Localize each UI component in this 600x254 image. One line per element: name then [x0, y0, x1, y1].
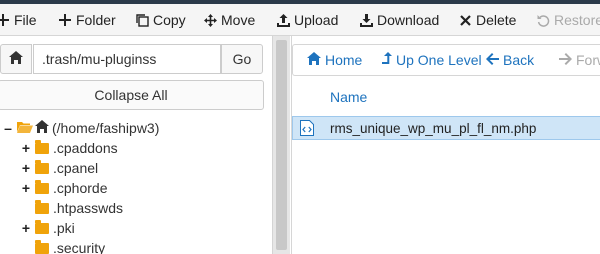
forward-button[interactable]: Forw: [559, 45, 600, 75]
scrollbar-thumb[interactable]: [276, 40, 287, 250]
new-folder-label: Folder: [76, 12, 116, 28]
plus-icon: [58, 13, 72, 27]
download-button[interactable]: Download: [359, 4, 439, 36]
tree-node-security[interactable]: .security: [20, 238, 105, 254]
up-one-level-button[interactable]: Up One Level: [382, 45, 482, 75]
tree-node-label: .cphorde: [53, 180, 108, 196]
tree-scrollbar[interactable]: [272, 36, 290, 254]
tree-node-label: .cpanel: [53, 160, 99, 176]
arrow-left-icon: [486, 52, 499, 68]
open-folder-icon: [17, 120, 33, 136]
up-one-level-label: Up One Level: [396, 52, 482, 68]
copy-button[interactable]: Copy: [135, 4, 186, 36]
path-input[interactable]: [33, 44, 221, 74]
tree-node-label: .pki: [53, 220, 75, 236]
name-header-label: Name: [330, 89, 368, 105]
arrow-right-icon: [559, 52, 572, 68]
tree-toggle[interactable]: +: [20, 180, 32, 196]
tree-node-pki[interactable]: + .pki: [20, 218, 75, 238]
file-row[interactable]: rms_unique_wp_mu_pl_fl_nm.php: [292, 116, 600, 140]
nav-home-button[interactable]: Home: [307, 45, 362, 75]
folder-icon: [35, 159, 49, 174]
copy-label: Copy: [153, 12, 186, 28]
toolbar: File Folder Copy Move Upload Download De…: [0, 4, 600, 36]
new-folder-button[interactable]: Folder: [58, 4, 116, 36]
tree-node-cpaddons[interactable]: + .cpaddons: [20, 138, 118, 158]
folder-icon: [35, 139, 49, 154]
new-file-button[interactable]: File: [0, 4, 37, 36]
folder-icon: [35, 179, 49, 194]
tree-toggle[interactable]: –: [2, 120, 14, 136]
delete-button[interactable]: Delete: [458, 4, 516, 36]
folder-tree-pane: Go Collapse All – (/home/fashipw3) + .cp…: [0, 36, 272, 254]
path-home-button[interactable]: [0, 44, 32, 74]
tree-node-label: .htpasswds: [53, 200, 124, 216]
navigation-bar: Home Up One Level Back Forw: [292, 44, 600, 76]
undo-icon: [536, 13, 550, 27]
tree-node-htpasswds[interactable]: .htpasswds: [20, 198, 123, 218]
name-column-header[interactable]: Name: [292, 84, 600, 110]
download-icon: [359, 13, 373, 27]
home-icon: [307, 52, 321, 68]
back-label: Back: [503, 52, 535, 68]
collapse-all-button[interactable]: Collapse All: [0, 80, 264, 110]
code-file-icon: [300, 120, 314, 136]
file-list-pane: Home Up One Level Back Forw Name rms_un: [291, 36, 600, 254]
tree-root-node[interactable]: – (/home/fashipw3): [2, 118, 159, 138]
folder-icon: [35, 219, 49, 234]
tree-root-label: (/home/fashipw3): [52, 120, 160, 136]
move-button[interactable]: Move: [203, 4, 255, 36]
new-file-label: File: [14, 12, 37, 28]
restore-button[interactable]: Restore: [536, 4, 600, 36]
upload-label: Upload: [294, 12, 339, 28]
tree-toggle[interactable]: +: [20, 140, 32, 156]
level-up-icon: [382, 51, 392, 69]
restore-label: Restore: [554, 12, 600, 28]
download-label: Download: [377, 12, 440, 28]
home-icon: [35, 120, 49, 136]
folder-icon: [35, 199, 49, 214]
file-name: rms_unique_wp_mu_pl_fl_nm.php: [330, 120, 537, 136]
nav-home-label: Home: [325, 52, 363, 68]
tree-node-cphorde[interactable]: + .cphorde: [20, 178, 107, 198]
delete-label: Delete: [476, 12, 517, 28]
tree-toggle[interactable]: +: [20, 220, 32, 236]
tree-node-cpanel[interactable]: + .cpanel: [20, 158, 98, 178]
plus-icon: [0, 13, 10, 27]
move-label: Move: [221, 12, 256, 28]
tree-node-label: .cpaddons: [53, 140, 118, 156]
move-icon: [203, 13, 217, 27]
tree-node-label: .security: [53, 240, 106, 254]
times-icon: [458, 13, 472, 27]
go-button[interactable]: Go: [221, 44, 263, 74]
back-button[interactable]: Back: [486, 45, 534, 75]
forward-label: Forw: [576, 52, 600, 68]
tree-toggle[interactable]: +: [20, 160, 32, 176]
home-icon: [9, 51, 23, 67]
upload-button[interactable]: Upload: [276, 4, 338, 36]
copy-icon: [135, 13, 149, 27]
folder-icon: [35, 239, 49, 254]
upload-icon: [276, 13, 290, 27]
